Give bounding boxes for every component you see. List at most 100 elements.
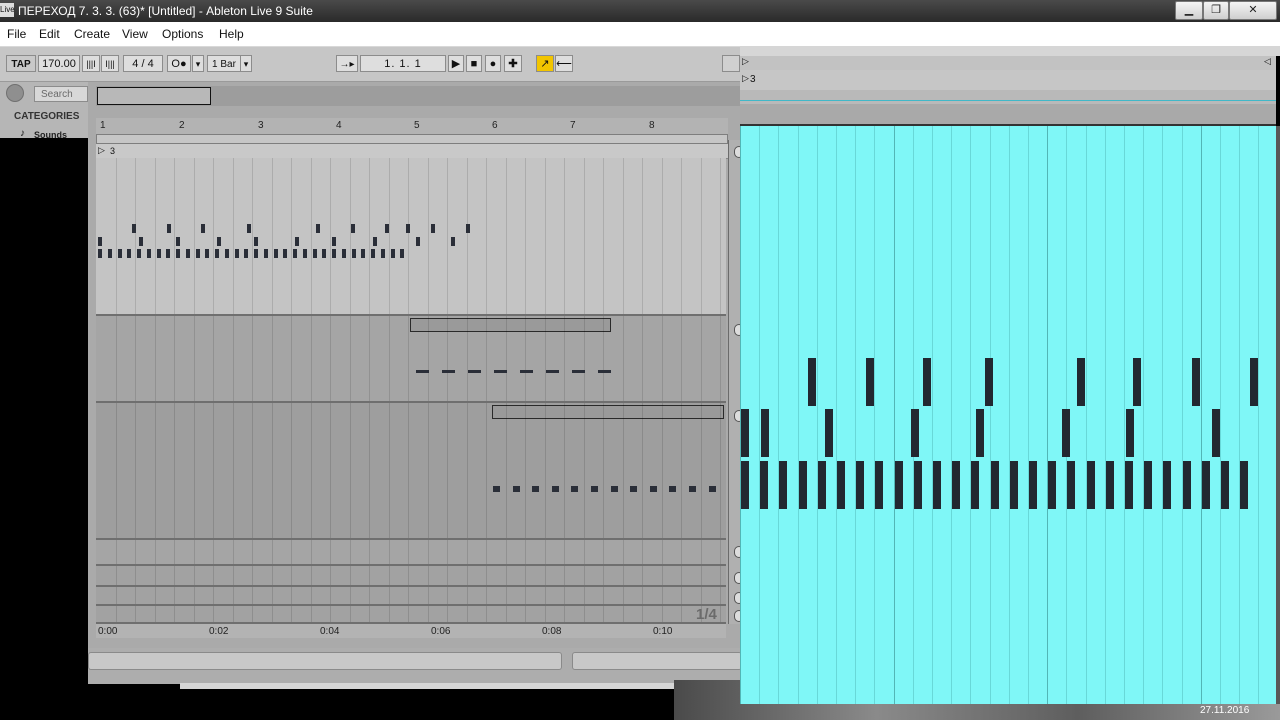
midi-note[interactable] (254, 237, 258, 246)
midi-note[interactable] (1182, 461, 1191, 509)
midi-note[interactable] (1201, 461, 1210, 509)
midi-note[interactable] (779, 461, 788, 509)
follow-icon[interactable]: →▸ (336, 55, 358, 72)
midi-note[interactable] (551, 486, 559, 492)
midi-note[interactable] (1144, 461, 1153, 509)
beat-time-ruler[interactable]: 1 2 3 4 5 6 7 8 (96, 118, 728, 135)
midi-note[interactable] (302, 249, 307, 258)
midi-note[interactable] (156, 249, 161, 258)
midi-note[interactable] (911, 409, 919, 457)
midi-note[interactable] (875, 461, 884, 509)
midi-note[interactable] (610, 486, 618, 492)
midi-note[interactable] (971, 461, 980, 509)
midi-note[interactable] (98, 237, 102, 246)
midi-note[interactable] (1125, 461, 1133, 509)
track-lane-7[interactable] (96, 606, 726, 624)
menu-options[interactable]: Options (162, 27, 203, 41)
menu-view[interactable]: View (122, 27, 148, 41)
midi-note[interactable] (1009, 461, 1018, 509)
midi-note[interactable] (273, 249, 278, 258)
midi-note[interactable] (351, 249, 356, 258)
nudge-up-button[interactable]: I||| (101, 55, 119, 72)
midi-note[interactable] (808, 358, 817, 406)
midi-note[interactable] (380, 249, 385, 258)
back-to-arrangement-icon[interactable]: ⟵ (555, 55, 573, 72)
midi-note[interactable] (98, 249, 102, 258)
midi-note[interactable] (283, 249, 288, 258)
midi-note[interactable] (137, 249, 141, 258)
automation-arm-button[interactable]: ↗ (536, 55, 554, 72)
time-signature-field[interactable]: 4 / 4 (123, 55, 163, 72)
tempo-field[interactable]: 170.00 (38, 55, 80, 72)
midi-note[interactable] (451, 237, 455, 246)
tap-tempo-button[interactable]: TAP (6, 55, 36, 72)
midi-note[interactable] (215, 249, 219, 258)
minimize-button[interactable]: ▁ (1175, 1, 1203, 20)
zoom-view-ruler[interactable]: ▷ ◁ (740, 56, 1276, 71)
midi-note[interactable] (371, 249, 375, 258)
midi-note[interactable] (760, 461, 769, 509)
midi-note[interactable] (263, 249, 268, 258)
midi-note[interactable] (117, 249, 122, 258)
midi-note[interactable] (406, 224, 410, 233)
add-overdub-button[interactable]: ✚ (504, 55, 522, 72)
midi-note[interactable] (990, 461, 999, 509)
sounds-category-item[interactable]: Sounds (34, 130, 67, 140)
midi-note[interactable] (132, 224, 136, 233)
midi-note[interactable] (201, 224, 205, 233)
midi-note[interactable] (1163, 461, 1172, 509)
midi-note[interactable] (975, 409, 984, 457)
midi-note[interactable] (139, 237, 143, 246)
midi-note[interactable] (176, 237, 180, 246)
midi-note[interactable] (1249, 358, 1258, 406)
menu-create[interactable]: Create (74, 27, 110, 41)
midi-note[interactable] (205, 249, 210, 258)
midi-note[interactable] (933, 461, 941, 509)
menu-help[interactable]: Help (219, 27, 244, 41)
midi-note[interactable] (176, 249, 180, 258)
track-lane-5[interactable] (96, 566, 726, 587)
midi-note[interactable] (817, 461, 826, 509)
midi-note[interactable] (1192, 358, 1201, 406)
zoom-view-locator-bar[interactable]: ▷ 3 (740, 70, 1276, 91)
stop-button[interactable]: ■ (466, 55, 482, 72)
midi-note[interactable] (107, 249, 112, 258)
close-button[interactable]: ✕ (1229, 1, 1277, 20)
midi-clip[interactable] (410, 318, 611, 332)
midi-note[interactable] (224, 249, 229, 258)
midi-note[interactable] (385, 224, 389, 233)
midi-note[interactable] (361, 249, 366, 258)
midi-note[interactable] (894, 461, 903, 509)
midi-note[interactable] (400, 249, 405, 258)
quantize-menu[interactable]: 1 Bar (207, 55, 241, 72)
midi-note[interactable] (591, 486, 598, 492)
midi-note[interactable] (442, 370, 455, 373)
quantize-chevron-down-icon[interactable]: ▾ (240, 55, 252, 72)
grid-zoom-label[interactable]: 1/4 (696, 606, 717, 623)
track-lane-3[interactable] (96, 403, 726, 540)
midi-note[interactable] (1029, 461, 1037, 509)
midi-note[interactable] (234, 249, 239, 258)
track-lane-6[interactable] (96, 587, 726, 606)
midi-note[interactable] (431, 224, 435, 233)
browser-search-input[interactable]: Search (34, 86, 88, 102)
midi-note[interactable] (1061, 409, 1070, 457)
midi-note[interactable] (416, 237, 420, 246)
midi-note[interactable] (984, 358, 993, 406)
midi-note[interactable] (166, 249, 171, 258)
overview-selection[interactable] (97, 87, 211, 105)
midi-note[interactable] (295, 237, 299, 246)
midi-note[interactable] (649, 486, 657, 492)
arrangement-position-field[interactable]: 1. 1. 1 (360, 55, 446, 72)
midi-note[interactable] (741, 409, 749, 457)
midi-note[interactable] (1077, 358, 1085, 406)
midi-note[interactable] (520, 370, 533, 373)
menu-edit[interactable]: Edit (39, 27, 60, 41)
midi-note[interactable] (760, 409, 769, 457)
midi-note[interactable] (923, 358, 932, 406)
midi-note[interactable] (630, 486, 638, 492)
midi-note[interactable] (571, 486, 579, 492)
midi-note[interactable] (913, 461, 922, 509)
midi-note[interactable] (532, 486, 540, 492)
midi-note[interactable] (468, 370, 481, 373)
